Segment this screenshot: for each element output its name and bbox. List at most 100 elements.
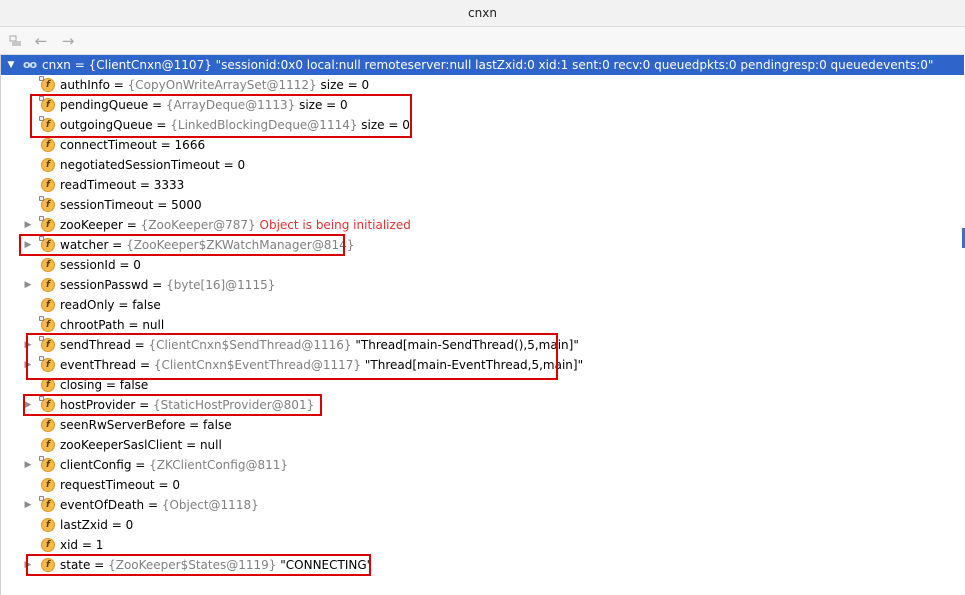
field-icon: f [41, 378, 55, 392]
lock-icon [39, 236, 44, 241]
field-value: {CopyOnWriteArraySet@1112} [127, 78, 317, 92]
field-name: lastZxid = [60, 518, 126, 532]
expand-arrow-icon[interactable]: ▶ [22, 555, 34, 575]
tree-row-zooKeeper[interactable]: ▶ f zooKeeper = {ZooKeeper@787} Object is … [1, 215, 964, 235]
tree-row-seenRwServerBefore[interactable]: f seenRwServerBefore = false [1, 415, 964, 435]
field-text: connectTimeout = 1666 [60, 135, 205, 155]
field-value: 5000 [171, 198, 202, 212]
lock-icon [39, 116, 44, 121]
tree-row-readOnly[interactable]: f readOnly = false [1, 295, 964, 315]
field-icon: f [41, 158, 55, 172]
field-value: false [132, 298, 161, 312]
field-name: eventThread = [60, 358, 154, 372]
tree-row-state[interactable]: ▶ f state = {ZooKeeper$States@1119} "CONNE… [1, 555, 964, 575]
tree-row-xid[interactable]: f xid = 1 [1, 535, 964, 555]
field-value: {ArrayDeque@1113} [165, 98, 296, 112]
forward-arrow-icon[interactable]: → [58, 31, 78, 51]
field-text: readOnly = false [60, 295, 161, 315]
field-extra: "Thread[main-SendThread(),5,main]" [351, 338, 579, 352]
object-icon: oo [23, 58, 37, 71]
tree-row-pendingQueue[interactable]: f pendingQueue = {ArrayDeque@1113} size =… [1, 95, 964, 115]
field-text: chrootPath = null [60, 315, 164, 335]
tree-row-eventOfDeath[interactable]: ▶ f eventOfDeath = {Object@1118} [1, 495, 964, 515]
tree-row-sendThread[interactable]: ▶ f sendThread = {ClientCnxn$SendThread@11… [1, 335, 964, 355]
field-text: seenRwServerBefore = false [60, 415, 232, 435]
field-name: zooKeeperSaslClient = [60, 438, 200, 452]
field-extra: "CONNECTING" [276, 558, 373, 572]
field-text: zooKeeper = {ZooKeeper@787} Object is be… [60, 215, 411, 235]
tree-row-watcher[interactable]: ▶ f watcher = {ZooKeeper$ZKWatchManager@81… [1, 235, 964, 255]
field-name: closing = [60, 378, 120, 392]
field-value: null [199, 438, 222, 452]
collapse-arrow-icon[interactable]: ▼ [5, 55, 17, 75]
restore-layout-icon[interactable] [6, 31, 26, 51]
tree-row-requestTimeout[interactable]: f requestTimeout = 0 [1, 475, 964, 495]
field-text: readTimeout = 3333 [60, 175, 184, 195]
expand-arrow-icon[interactable]: ▶ [22, 275, 34, 295]
field-text: sessionPasswd = {byte[16]@1115} [60, 275, 275, 295]
field-text: outgoingQueue = {LinkedBlockingDeque@111… [60, 115, 410, 135]
field-name: requestTimeout = [60, 478, 173, 492]
field-value: 0 [237, 158, 246, 172]
tree-row-lastZxid[interactable]: f lastZxid = 0 [1, 515, 964, 535]
field-value: {ZKClientConfig@811} [149, 458, 289, 472]
field-text: clientConfig = {ZKClientConfig@811} [60, 455, 288, 475]
tree-row-eventThread[interactable]: ▶ f eventThread = {ClientCnxn$EventThread@… [1, 355, 964, 375]
field-icon: f [41, 518, 55, 532]
field-value: 0 [125, 518, 134, 532]
tree-row-outgoingQueue[interactable]: f outgoingQueue = {LinkedBlockingDeque@11… [1, 115, 964, 135]
field-value: 0 [133, 258, 141, 272]
field-value: {ClientCnxn$SendThread@1116} [148, 338, 352, 352]
field-value: null [142, 318, 165, 332]
field-value: {Object@1118} [161, 498, 259, 512]
expand-arrow-icon[interactable]: ▶ [22, 335, 34, 355]
expand-arrow-icon[interactable]: ▶ [22, 495, 34, 515]
field-text: hostProvider = {StaticHostProvider@801} [60, 395, 314, 415]
tree-row-chrootPath[interactable]: f chrootPath = null [1, 315, 964, 335]
tree-row-connectTimeout[interactable]: f connectTimeout = 1666 [1, 135, 964, 155]
field-icon: f [41, 558, 55, 572]
tree-row-readTimeout[interactable]: f readTimeout = 3333 [1, 175, 964, 195]
field-name: zooKeeper = [60, 218, 141, 232]
tree-row-authInfo[interactable]: f authInfo = {CopyOnWriteArraySet@1112} s… [1, 75, 964, 95]
back-arrow-icon[interactable]: ← [31, 31, 51, 51]
field-value: {ClientCnxn$EventThread@1117} [153, 358, 362, 372]
expand-arrow-icon[interactable]: ▶ [22, 235, 34, 255]
field-name: xid = [60, 538, 96, 552]
field-icon: f [41, 418, 55, 432]
field-name: readTimeout = [60, 178, 154, 192]
expand-arrow-icon[interactable]: ▶ [22, 455, 34, 475]
field-text: sendThread = {ClientCnxn$SendThread@1116… [60, 335, 579, 355]
lock-icon [39, 456, 44, 461]
field-icon: f [41, 298, 55, 312]
expand-arrow-icon[interactable]: ▶ [22, 355, 34, 375]
lock-icon [39, 96, 44, 101]
expand-arrow-icon[interactable]: ▶ [22, 395, 34, 415]
tree-row-hostProvider[interactable]: ▶ f hostProvider = {StaticHostProvider@801… [1, 395, 964, 415]
field-name: sessionPasswd = [60, 278, 167, 292]
tree-row-negotiatedSessionTimeout[interactable]: f negotiatedSessionTimeout = 0 [1, 155, 964, 175]
tree-row-clientConfig[interactable]: ▶ f clientConfig = {ZKClientConfig@811} [1, 455, 964, 475]
field-value: {byte[16]@1115} [166, 278, 276, 292]
tree-row-zooKeeperSaslClient[interactable]: f zooKeeperSaslClient = null [1, 435, 964, 455]
field-extra: size = 0 [295, 98, 348, 112]
field-name: authInfo = [60, 78, 128, 92]
tree-row-sessionId[interactable]: f sessionId = 0 [1, 255, 964, 275]
field-value: {ZooKeeper$ZKWatchManager@814} [126, 238, 355, 252]
variables-tree[interactable]: ▼ oo cnxn = {ClientCnxn@1107} "sessionid… [0, 55, 964, 595]
field-value: {LinkedBlockingDeque@1114} [170, 118, 358, 132]
field-icon: f [41, 438, 55, 452]
tree-root-cnxn[interactable]: ▼ oo cnxn = {ClientCnxn@1107} "sessionid… [1, 55, 964, 75]
tree-row-closing[interactable]: f closing = false [1, 375, 964, 395]
field-text: closing = false [60, 375, 148, 395]
field-extra: Object is being initialized [255, 218, 411, 232]
debugger-toolbar: ← → [0, 27, 965, 55]
field-name: eventOfDeath = [60, 498, 162, 512]
field-name: chrootPath = [60, 318, 143, 332]
lock-icon [39, 196, 44, 201]
tree-row-sessionPasswd[interactable]: ▶ f sessionPasswd = {byte[16]@1115} [1, 275, 964, 295]
field-name: watcher = [60, 238, 127, 252]
field-value: 0 [172, 478, 180, 492]
expand-arrow-icon[interactable]: ▶ [22, 215, 34, 235]
tree-row-sessionTimeout[interactable]: f sessionTimeout = 5000 [1, 195, 964, 215]
